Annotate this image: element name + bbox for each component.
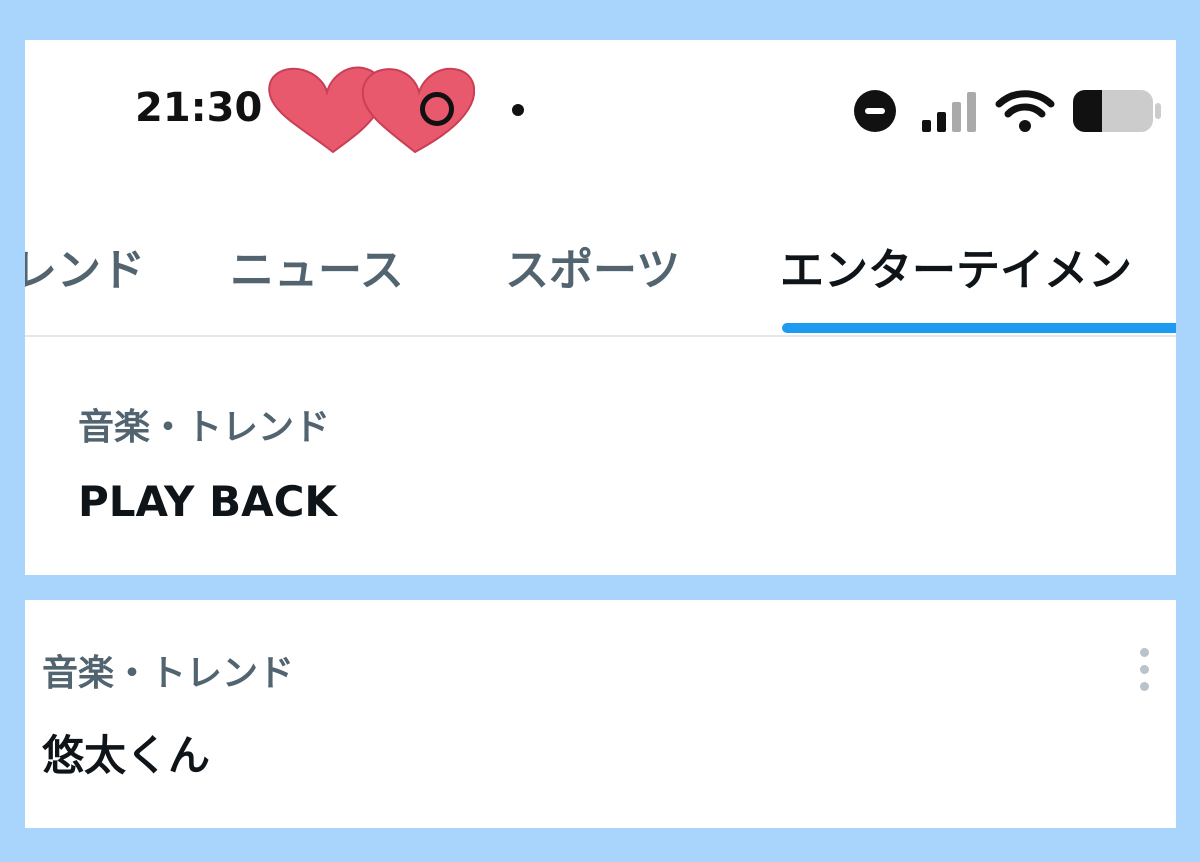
- trend-category: 音楽・トレンド: [78, 407, 331, 448]
- dot-indicator-icon: [512, 104, 524, 116]
- active-tab-indicator: [782, 323, 1176, 333]
- do-not-disturb-icon: [854, 90, 896, 132]
- ring-icon: [420, 92, 454, 126]
- trends-panel-top: 21:30 レンド ニュース スポーツ エンターテイメン 音楽・トレンド PLA…: [25, 40, 1176, 575]
- tab-bar: レンド ニュース スポーツ エンターテイメン: [25, 220, 1176, 330]
- battery-icon: [1073, 90, 1161, 132]
- trend-category: 音楽・トレンド: [42, 653, 295, 694]
- more-options-icon[interactable]: [1135, 648, 1155, 692]
- tab-trends[interactable]: レンド: [25, 234, 145, 298]
- trend-item[interactable]: 音楽・トレンド 悠太くん: [25, 600, 1176, 828]
- tab-entertainment[interactable]: エンターテイメン: [780, 234, 1132, 298]
- trend-name[interactable]: PLAY BACK: [78, 477, 337, 526]
- tab-sports[interactable]: スポーツ: [505, 234, 680, 298]
- tab-divider: [25, 335, 1176, 337]
- wifi-icon: [995, 90, 1055, 132]
- trend-name[interactable]: 悠太くん: [42, 722, 210, 783]
- tab-news[interactable]: ニュース: [230, 234, 404, 298]
- status-time: 21:30: [135, 85, 263, 131]
- cellular-signal-icon: [922, 92, 976, 132]
